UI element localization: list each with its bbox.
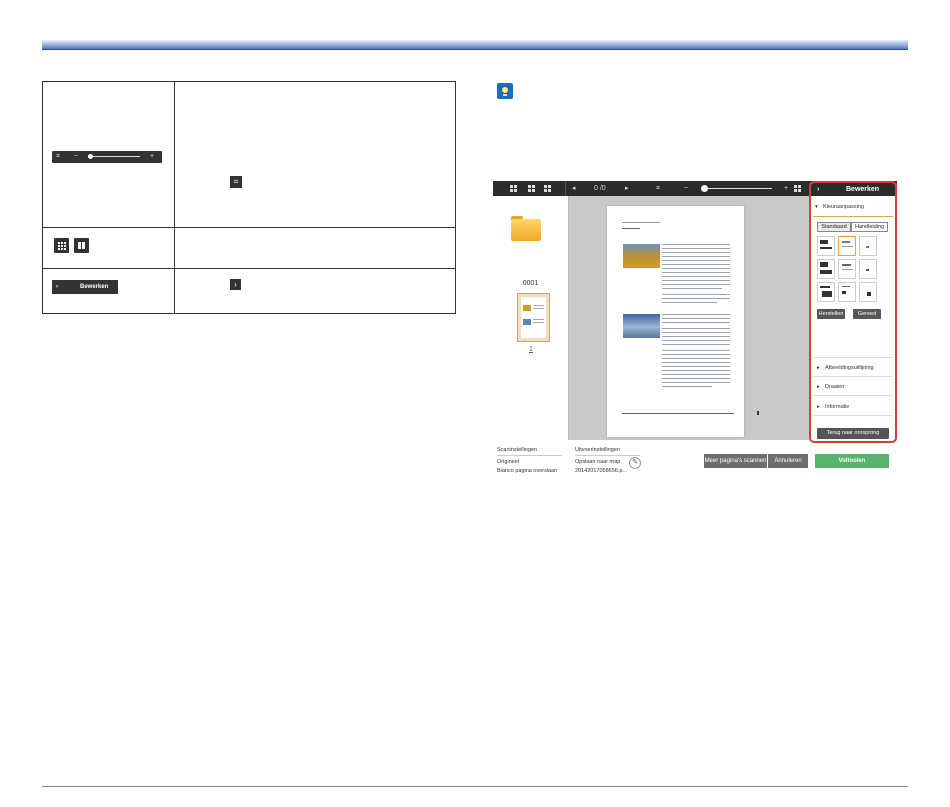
scan-more-pages-button[interactable]: Meer pagina's scannen bbox=[704, 454, 767, 468]
small-view-icon[interactable] bbox=[544, 185, 552, 192]
page-image bbox=[623, 244, 660, 268]
scan-setting-value: Origineel bbox=[497, 459, 520, 465]
folder-label: 0001 bbox=[522, 280, 539, 287]
edit-side-panel: › Bewerken ▾ Kleuraanpassing Standaard H… bbox=[809, 181, 897, 443]
thumbnail-icon[interactable] bbox=[794, 185, 802, 192]
lightbulb-icon bbox=[497, 83, 513, 99]
page-number: 1 bbox=[529, 346, 533, 353]
scan-setting-value: Blanco pagina overslaan bbox=[497, 468, 558, 474]
color-adjust-section[interactable]: Kleuraanpassing bbox=[823, 204, 864, 210]
done-button[interactable]: Gereed bbox=[853, 309, 881, 319]
edit-panel-button-example: › Bewerken bbox=[52, 280, 118, 294]
color-preset[interactable] bbox=[817, 236, 835, 256]
page-counter: 0 /0 bbox=[594, 185, 606, 192]
output-settings-label: Uitvoerinstellingen bbox=[575, 447, 620, 453]
table-row-divider bbox=[42, 227, 456, 228]
thumbnail-list-view-icon bbox=[74, 238, 89, 253]
chevron-right-icon: › bbox=[56, 284, 58, 290]
triangle-right-icon[interactable]: ▸ bbox=[817, 384, 820, 390]
page-thumbnail[interactable] bbox=[517, 293, 550, 342]
scanned-page bbox=[607, 206, 759, 437]
table-column-divider bbox=[174, 81, 175, 314]
zoom-track[interactable] bbox=[706, 188, 772, 189]
triangle-right-icon[interactable]: ▸ bbox=[817, 365, 820, 371]
color-preset[interactable] bbox=[838, 259, 856, 279]
rotate-section[interactable]: Draaien bbox=[825, 384, 844, 390]
thumbnail-pane: 0001 1 bbox=[493, 196, 569, 440]
info-section[interactable]: Informatie bbox=[825, 404, 849, 410]
footer-rule bbox=[42, 786, 908, 787]
zoom-out-icon: − bbox=[74, 153, 79, 160]
edit-label: Bewerken bbox=[80, 284, 109, 290]
image-alignment-section[interactable]: Afbeeldingsuitlijning bbox=[825, 365, 874, 371]
color-preset[interactable] bbox=[838, 236, 856, 256]
color-preset[interactable] bbox=[838, 282, 856, 302]
triangle-down-icon[interactable]: ▾ bbox=[815, 204, 818, 210]
output-setting-value: Opslaan naar map bbox=[575, 459, 621, 465]
medium-view-icon[interactable] bbox=[528, 185, 536, 192]
color-preset[interactable] bbox=[817, 259, 835, 279]
zoom-knob bbox=[88, 154, 93, 159]
triangle-right-icon[interactable]: ▸ bbox=[817, 404, 820, 410]
chevron-right-icon: › bbox=[230, 279, 241, 290]
grid-view-icon[interactable] bbox=[510, 185, 518, 192]
header-bar bbox=[42, 40, 908, 50]
folder-icon[interactable] bbox=[511, 216, 541, 242]
zoom-in-button[interactable]: + bbox=[784, 183, 788, 194]
thumbnail-grid-view-icon bbox=[54, 238, 69, 253]
restore-original-button[interactable]: Terug naar oorsprong bbox=[817, 428, 889, 439]
zoom-slider-knob[interactable] bbox=[701, 185, 708, 192]
color-preset[interactable] bbox=[817, 282, 835, 302]
chevron-right-icon[interactable]: › bbox=[817, 183, 819, 196]
fit-icon: ⌗ bbox=[56, 153, 60, 160]
previous-page-icon[interactable]: ◂ bbox=[572, 183, 576, 194]
fit-page-icon[interactable]: ⌗ bbox=[656, 183, 660, 194]
scan-app-window: ◂ 0 /0 ▸ ⌗ − + 0001 1 › Bewerken ▾ Kleur… bbox=[493, 181, 897, 484]
zoom-slider-example: ⌗ − + bbox=[52, 151, 162, 163]
page-image bbox=[623, 314, 660, 338]
color-preset[interactable] bbox=[859, 259, 877, 279]
color-preset[interactable] bbox=[859, 282, 877, 302]
edit-panel-header[interactable]: › Bewerken bbox=[811, 183, 895, 196]
color-preset[interactable] bbox=[859, 236, 877, 256]
edit-panel-title: Bewerken bbox=[846, 186, 880, 193]
scan-settings-label: Scaninstellingen bbox=[497, 447, 538, 453]
pencil-icon[interactable]: ✎ bbox=[629, 457, 641, 469]
next-page-icon[interactable]: ▸ bbox=[625, 183, 629, 194]
page-preview bbox=[569, 196, 809, 440]
mode-manual-tab[interactable]: Handleiding bbox=[851, 222, 888, 232]
fit-icon: ⌗ bbox=[230, 176, 242, 188]
zoom-out-button[interactable]: − bbox=[684, 183, 688, 194]
zoom-in-icon: + bbox=[150, 153, 155, 160]
table-row-divider bbox=[42, 268, 456, 269]
output-setting-value: 20142017058656.p... bbox=[575, 468, 627, 474]
cancel-button[interactable]: Annuleren bbox=[768, 454, 808, 468]
finish-button[interactable]: Voltooien bbox=[815, 454, 889, 468]
reset-button[interactable]: Herstellen bbox=[817, 309, 845, 319]
mode-standard-tab[interactable]: Standaard bbox=[817, 222, 851, 232]
